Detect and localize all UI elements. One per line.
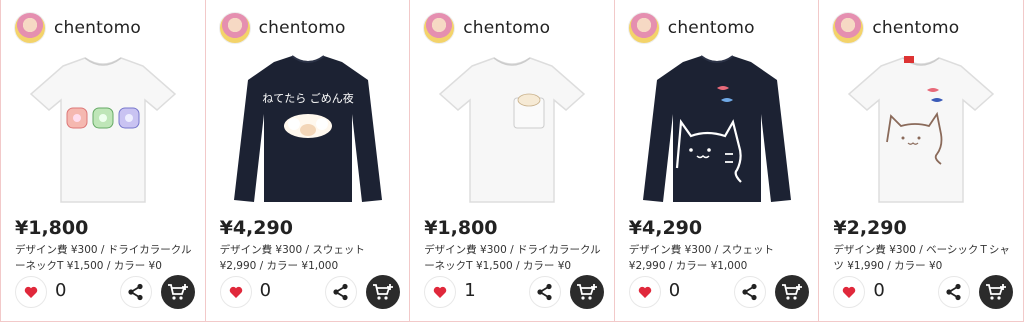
product-card[interactable]: chentomo ¥1,800 デザイン費 ¥300 / ドライカラークル ーネ… xyxy=(410,0,615,322)
card-header: chentomo xyxy=(218,12,346,44)
like-button[interactable] xyxy=(219,276,252,308)
price-breakdown-line: ¥2,990 / カラー ¥1,000 xyxy=(628,260,748,272)
heart-icon xyxy=(433,286,447,298)
share-icon xyxy=(537,283,552,301)
white-tshirt-sheep-icon xyxy=(29,57,177,203)
heart-icon xyxy=(229,286,242,298)
cart-add-icon xyxy=(577,284,598,300)
share-button[interactable] xyxy=(733,276,766,308)
price: ¥4,290 xyxy=(628,217,703,239)
product-image[interactable] xyxy=(629,50,805,210)
card-actions: 1 xyxy=(424,275,605,309)
navy-sweatshirt-sheep-icon: ねてたら ごめん夜 xyxy=(233,55,382,202)
add-to-cart-button[interactable] xyxy=(161,275,195,309)
share-icon xyxy=(128,283,143,301)
price-breakdown-line: デザイン費 ¥300 / ドライカラークル xyxy=(424,244,601,256)
username[interactable]: chentomo xyxy=(54,18,141,38)
cart-add-icon xyxy=(986,284,1007,300)
cart-add-icon xyxy=(168,284,188,300)
share-icon xyxy=(332,283,348,301)
price-breakdown: デザイン費 ¥300 / ドライカラークル ーネックT ¥1,500 / カラー… xyxy=(15,242,197,274)
card-header: chentomo xyxy=(14,12,141,44)
card-header: chentomo xyxy=(627,12,755,44)
price-breakdown-line: ツ ¥1,990 / カラー ¥0 xyxy=(833,260,943,272)
share-icon xyxy=(946,283,961,301)
username[interactable]: chentomo xyxy=(259,18,346,38)
product-image[interactable]: ねてたら ごめん夜 xyxy=(220,50,396,210)
username[interactable]: chentomo xyxy=(872,18,959,38)
username[interactable]: chentomo xyxy=(668,18,755,38)
heart-icon xyxy=(24,286,38,298)
product-card[interactable]: chentomo ねてたら ごめん夜 ¥4,290 デザイン費 ¥300 / ス… xyxy=(205,0,411,322)
like-count: 0 xyxy=(668,280,681,301)
price-breakdown-line: デザイン費 ¥300 / スウェット xyxy=(219,244,365,256)
product-grid: chentomo ¥1,800 デザイン費 ¥300 / ドライカラークル ーネ… xyxy=(0,0,1024,322)
price-breakdown-line: ーネックT ¥1,500 / カラー ¥0 xyxy=(424,260,572,272)
avatar[interactable] xyxy=(423,12,456,44)
price-breakdown: デザイン費 ¥300 / ドライカラークル ーネックT ¥1,500 / カラー… xyxy=(424,242,606,274)
card-actions: 0 xyxy=(628,275,809,309)
add-to-cart-button[interactable] xyxy=(979,275,1014,309)
add-to-cart-button[interactable] xyxy=(774,275,809,309)
card-actions: 0 xyxy=(833,275,1014,309)
price-breakdown-line: デザイン費 ¥300 / ベーシックＴシャ xyxy=(833,244,1010,256)
product-image[interactable] xyxy=(833,50,1009,210)
product-image[interactable] xyxy=(424,50,600,210)
like-count: 0 xyxy=(259,280,272,301)
add-to-cart-button[interactable] xyxy=(365,275,400,309)
like-button[interactable] xyxy=(15,276,47,308)
share-button[interactable] xyxy=(938,276,971,308)
price-breakdown: デザイン費 ¥300 / スウェット ¥2,990 / カラー ¥1,000 xyxy=(220,242,402,274)
price: ¥2,290 xyxy=(833,217,907,239)
product-card[interactable]: chentomo ¥2,290 デザイン費 ¥300 / ベーシックＴシャ ツ … xyxy=(819,0,1024,322)
price-breakdown: デザイン費 ¥300 / スウェット ¥2,990 / カラー ¥1,000 xyxy=(629,242,811,274)
like-count: 0 xyxy=(55,280,67,301)
heart-icon xyxy=(638,286,652,298)
price-breakdown-line: デザイン費 ¥300 / スウェット xyxy=(628,244,775,256)
avatar[interactable] xyxy=(218,12,251,44)
product-card[interactable]: chentomo ¥4,290 デザイン費 ¥300 / スウェット ¥2,99… xyxy=(614,0,820,322)
card-header: chentomo xyxy=(832,12,959,44)
white-pocket-tshirt-sheep-icon xyxy=(439,57,586,203)
price-breakdown-line: ーネックT ¥1,500 / カラー ¥0 xyxy=(15,260,162,272)
like-button[interactable] xyxy=(833,276,866,308)
white-tshirt-cat-icon xyxy=(848,56,995,203)
cart-add-icon xyxy=(781,284,802,300)
print-text: ねてたら ごめん夜 xyxy=(262,91,354,105)
like-button[interactable] xyxy=(628,276,661,308)
card-header: chentomo xyxy=(423,12,550,44)
card-actions: 0 xyxy=(15,275,195,309)
cart-add-icon xyxy=(372,284,393,300)
price: ¥1,800 xyxy=(15,217,89,239)
price-breakdown-line: デザイン費 ¥300 / ドライカラークル xyxy=(15,244,192,256)
share-button[interactable] xyxy=(529,276,562,308)
username[interactable]: chentomo xyxy=(463,18,550,38)
navy-sweatshirt-cat-icon xyxy=(642,55,791,202)
like-count: 0 xyxy=(873,280,885,301)
share-button[interactable] xyxy=(324,276,357,308)
share-button[interactable] xyxy=(120,276,152,308)
add-to-cart-button[interactable] xyxy=(570,275,605,309)
price-breakdown: デザイン費 ¥300 / ベーシックＴシャ ツ ¥1,990 / カラー ¥0 xyxy=(833,242,1015,274)
avatar[interactable] xyxy=(627,12,660,44)
price: ¥1,800 xyxy=(424,217,498,239)
heart-icon xyxy=(843,286,856,298)
like-count: 1 xyxy=(464,280,476,301)
price-breakdown-line: ¥2,990 / カラー ¥1,000 xyxy=(219,260,339,272)
share-icon xyxy=(742,283,757,301)
product-card[interactable]: chentomo ¥1,800 デザイン費 ¥300 / ドライカラークル ーネ… xyxy=(1,0,206,322)
card-actions: 0 xyxy=(219,275,400,309)
product-image[interactable] xyxy=(15,50,191,210)
avatar[interactable] xyxy=(832,12,865,44)
price: ¥4,290 xyxy=(219,217,293,239)
avatar[interactable] xyxy=(14,12,46,44)
like-button[interactable] xyxy=(424,276,457,308)
